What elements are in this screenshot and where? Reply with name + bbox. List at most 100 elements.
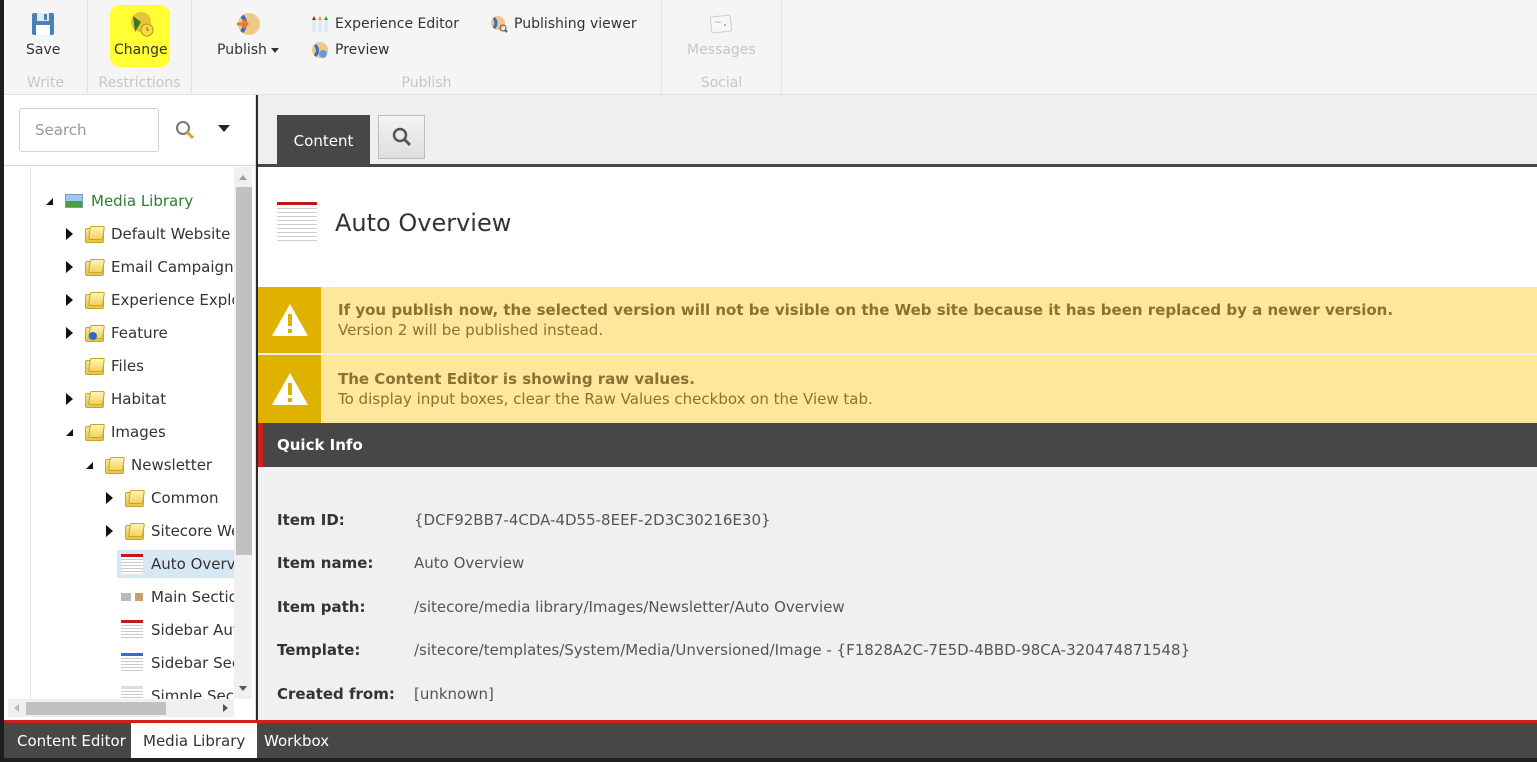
collapsed-arrow-icon[interactable] [106,525,113,537]
image-thumbnail-icon [121,620,143,640]
expanded-arrow-icon[interactable] [46,197,53,205]
warning-text: To display input boxes, clear the Raw Va… [338,390,873,408]
change-restrictions-button[interactable]: Change [114,10,168,58]
tree-node-auto-overview[interactable]: Auto Overvi [117,550,234,578]
folder-icon [85,424,104,441]
tree-vertical-scrollbar[interactable] [234,167,252,699]
collapsed-arrow-icon[interactable] [66,393,73,405]
group-label-publish: Publish [401,75,452,91]
media-library-icon [65,194,83,208]
publishing-viewer-button[interactable]: Publishing viewer [490,15,637,33]
quick-info-row: Item path: /sitecore/media library/Image… [277,598,845,616]
scrollbar-thumb[interactable] [236,187,252,555]
application-tabs: Content Editor Media Library Workbox [4,723,1537,758]
search-options-dropdown[interactable] [218,125,230,132]
app-tab-content-editor[interactable]: Content Editor [5,723,138,758]
quick-info-row: Item name: Auto Overview [277,554,525,572]
collapsed-arrow-icon[interactable] [66,228,73,240]
publish-icon [237,13,261,35]
tree-horizontal-scrollbar[interactable] [8,699,234,717]
quick-info-row: Item ID: {DCF92BB7-4CDA-4D55-8EEF-2D3C30… [277,511,771,529]
expanded-arrow-icon[interactable] [66,428,73,436]
publish-button[interactable]: Publish [217,10,280,58]
group-label-restrictions: Restrictions [98,75,181,91]
section-header-quick-info[interactable]: Quick Info [258,423,1537,467]
tree-node-simple-section[interactable]: Simple Secti [121,682,234,699]
tree-node-newsletter[interactable]: Newsletter [83,451,212,479]
search-icon[interactable] [174,119,196,141]
group-label-social: Social [700,75,743,91]
messages-button[interactable]: Messages [687,10,756,58]
scroll-right-icon[interactable] [223,704,228,712]
folder-icon [125,523,144,540]
tree-node-images[interactable]: Images [63,418,166,446]
ribbon: Save Write Change Restrictions Publish E… [4,0,1537,95]
folder-user-icon [85,325,104,342]
folder-icon [85,226,104,243]
ribbon-group-restrictions: Change Restrictions [88,0,192,95]
image-thumbnail-icon [121,686,143,699]
save-icon [32,13,55,35]
publishing-viewer-icon [491,16,508,33]
warning-raw-values: The Content Editor is showing raw values… [258,355,1537,423]
tree-node-media-library[interactable]: Media Library [43,187,193,215]
group-label-write: Write [27,75,64,91]
tab-content[interactable]: Content [277,115,370,167]
tree-node-sidebar-section[interactable]: Sidebar Sect [121,649,234,677]
tree-node-sitecore-web[interactable]: Sitecore We [103,517,234,545]
app-tab-workbox[interactable]: Workbox [252,723,341,758]
ribbon-group-publish: Publish Experience Editor Preview Publis… [192,0,662,95]
tree-node-default-website[interactable]: Default Website [63,220,230,248]
warning-title: The Content Editor is showing raw values… [338,370,695,388]
tree-search-input[interactable] [19,108,159,152]
item-header: Auto Overview [258,167,1537,287]
expanded-arrow-icon[interactable] [86,461,93,469]
item-title: Auto Overview [335,209,512,237]
quick-info-row: Template: /sitecore/templates/System/Med… [277,641,1191,659]
folder-icon [85,358,104,375]
tree-node-feature[interactable]: Feature [63,319,168,347]
messages-icon [710,14,733,34]
window-frame [0,758,1537,762]
tree-node-habitat[interactable]: Habitat [63,385,166,413]
collapsed-arrow-icon[interactable] [66,261,73,273]
chevron-down-icon [271,47,280,53]
experience-editor-button[interactable]: Experience Editor [311,15,459,33]
scrollbar-thumb[interactable] [26,702,166,715]
tree-node-sidebar-auto[interactable]: Sidebar Auto [121,616,234,644]
scroll-up-icon[interactable] [239,175,247,180]
divider [4,165,256,166]
collapsed-arrow-icon[interactable] [66,327,73,339]
tree-node-email-campaign[interactable]: Email Campaign [63,253,234,281]
preview-icon [312,42,328,58]
scroll-left-icon[interactable] [14,704,19,712]
save-button[interactable]: Save [26,10,60,58]
warning-text: Version 2 will be published instead. [338,321,604,339]
editor-pane: Content Auto Overview If you publish now… [258,95,1537,720]
quick-info-row: Created from: [unknown] [277,685,494,703]
tree-node-experience-explorer[interactable]: Experience Explor [63,286,234,314]
app-tab-media-library[interactable]: Media Library [131,723,258,758]
warning-title: If you publish now, the selected version… [338,301,1394,319]
image-thumbnail-icon [121,653,143,673]
folder-icon [105,457,124,474]
tree-node-files[interactable]: Files [63,352,144,380]
search-icon [392,127,411,147]
content-tree-pane: Media Library Default Website Email Camp… [4,95,256,720]
folder-icon [85,391,104,408]
ribbon-group-social: Messages Social [662,0,782,95]
experience-editor-icon [312,16,328,32]
scroll-down-icon[interactable] [239,686,247,691]
tree-node-main-section[interactable]: Main Sectio [121,583,234,611]
collapsed-arrow-icon[interactable] [66,294,73,306]
folder-icon [125,490,144,507]
preview-button[interactable]: Preview [311,41,390,59]
tab-search[interactable] [378,115,425,159]
editor-tabstrip: Content [258,95,1537,167]
warning-icon [258,287,321,353]
collapsed-arrow-icon[interactable] [106,492,113,504]
tree-node-common[interactable]: Common [103,484,219,512]
content-tree: Media Library Default Website Email Camp… [30,167,234,699]
item-thumbnail-icon [277,202,317,244]
ribbon-group-write: Save Write [4,0,88,95]
